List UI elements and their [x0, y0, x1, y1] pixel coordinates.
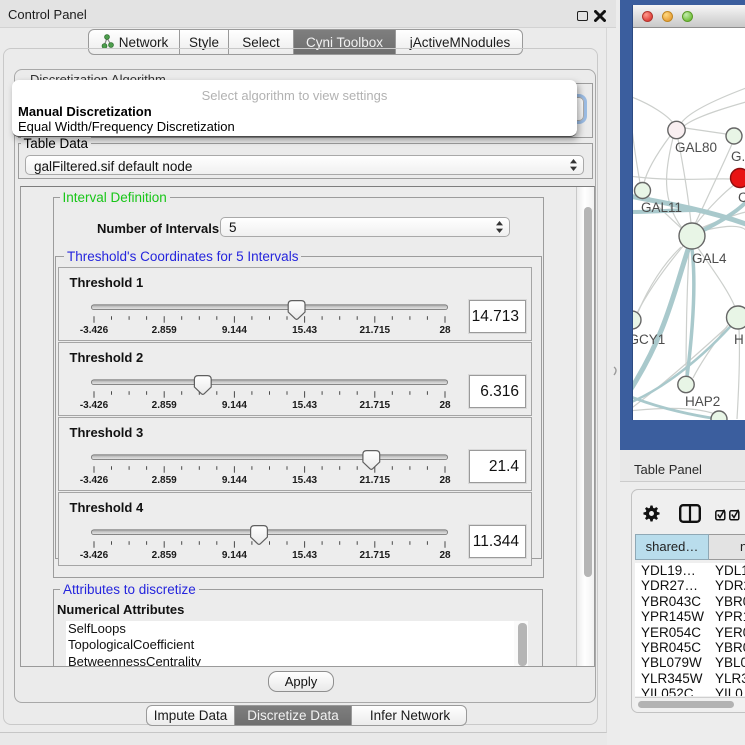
svg-text:GAL80: GAL80 — [675, 140, 717, 155]
svg-text:2.859: 2.859 — [151, 550, 176, 561]
svg-text:2.859: 2.859 — [151, 400, 176, 411]
svg-text:28: 28 — [439, 325, 451, 336]
svg-text:15.43: 15.43 — [292, 550, 317, 561]
svg-text:2.859: 2.859 — [151, 475, 176, 486]
svg-text:-3.426: -3.426 — [79, 475, 108, 486]
svg-text:HAP2: HAP2 — [685, 394, 720, 409]
svg-text:21.715: 21.715 — [359, 550, 390, 561]
svg-text:9.144: 9.144 — [221, 325, 246, 336]
svg-text:H: H — [734, 332, 744, 347]
svg-text:21.715: 21.715 — [359, 325, 390, 336]
svg-text:-3.426: -3.426 — [79, 550, 108, 561]
svg-text:21.715: 21.715 — [359, 475, 390, 486]
svg-text:15.43: 15.43 — [292, 400, 317, 411]
svg-text:21.715: 21.715 — [359, 400, 390, 411]
svg-text:28: 28 — [439, 475, 451, 486]
svg-text:GCY1: GCY1 — [633, 332, 665, 347]
svg-text:15.43: 15.43 — [292, 475, 317, 486]
svg-text:15.43: 15.43 — [292, 325, 317, 336]
svg-text:28: 28 — [439, 550, 451, 561]
svg-text:-3.426: -3.426 — [79, 400, 108, 411]
svg-text:GAL4: GAL4 — [692, 251, 727, 266]
svg-text:9.144: 9.144 — [221, 475, 246, 486]
svg-text:9.144: 9.144 — [221, 550, 246, 561]
svg-text:GAL11: GAL11 — [641, 200, 682, 215]
svg-text:9.144: 9.144 — [221, 400, 246, 411]
svg-text:G.: G. — [731, 149, 745, 164]
svg-text:2.859: 2.859 — [151, 325, 176, 336]
svg-text:28: 28 — [439, 400, 451, 411]
svg-text:-3.426: -3.426 — [79, 325, 108, 336]
svg-text:C: C — [738, 190, 745, 205]
